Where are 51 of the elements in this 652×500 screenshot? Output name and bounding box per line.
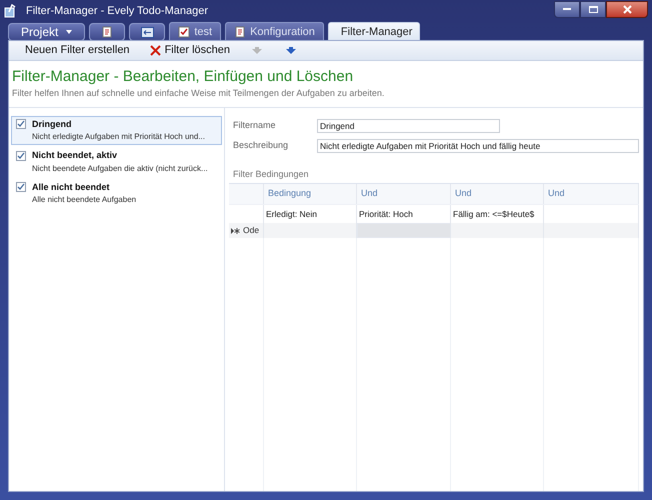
close-button[interactable]	[606, 0, 648, 18]
grid-cell: Fällig am: <=$Heute$	[453, 208, 534, 220]
arrow-icon	[252, 47, 262, 54]
close-icon	[622, 4, 632, 14]
new-filter-button[interactable]: Neuen Filter erstellen	[17, 42, 138, 60]
grid-cell: Erledigt: Nein	[266, 208, 318, 220]
filter-description: Alle nicht beendete Aufgaben	[31, 194, 138, 206]
column-header[interactable]: Bedingung	[268, 187, 312, 201]
filter-name: Alle nicht beendet	[32, 180, 110, 194]
document-tab[interactable]: Konfiguration	[225, 22, 324, 41]
toolbar-icon-button[interactable]	[129, 23, 166, 41]
arrow-icon	[286, 47, 296, 54]
filter-list-icon	[140, 26, 154, 38]
column-header[interactable]: Und	[455, 187, 472, 201]
checkbox[interactable]	[16, 182, 26, 192]
checkbox[interactable]	[16, 119, 26, 130]
caret-icon	[66, 30, 72, 34]
section-heading: Filter Bedingungen	[233, 168, 309, 181]
document-tab[interactable]: test	[169, 22, 222, 41]
filter-name: Nicht beendet, aktiv	[32, 149, 118, 162]
grid-cell: Priorität: Hoch	[359, 208, 413, 220]
column-header[interactable]: Und	[548, 187, 565, 201]
page-title: Filter-Manager - Bearbeiten, Einfügen und Löschen	[12, 67, 354, 87]
x-icon	[150, 45, 161, 56]
active-cell[interactable]	[357, 223, 451, 238]
page-subtitle: Filter helfen Ihnen auf schnelle und einfache Weise mit Teilmengen der Aufgaben zu arbeiten.	[12, 87, 386, 100]
field-label: Beschreibung	[233, 138, 290, 152]
text-field[interactable]: Dringend	[317, 118, 500, 132]
window-title: Filter-Manager - Evely Todo-Manager	[26, 4, 209, 19]
row-header: Ode	[243, 224, 260, 237]
filter-list-item[interactable]: Nicht beendet, aktiv Nicht beendete Aufgaben die aktiv (nicht zurück...	[11, 147, 222, 176]
filter-description: Nicht beendete Aufgaben die aktiv (nicht zurück...	[31, 162, 209, 174]
document-icon	[101, 26, 114, 38]
maximize-button[interactable]	[580, 0, 606, 18]
filter-list-item[interactable]: Dringend Nicht erledigte Aufgaben mit Priorität Hoch und...	[11, 116, 222, 145]
new-row-icon	[231, 228, 240, 234]
document-tab[interactable]: Filter-Manager	[328, 22, 420, 41]
field-label: Filtername	[233, 118, 277, 132]
delete-filter-button[interactable]: Filter löschen	[142, 42, 238, 60]
app-icon	[4, 4, 18, 18]
menu-button[interactable]: Projekt	[8, 23, 86, 41]
text-field[interactable]: Nicht erledigte Aufgaben mit Priorität Hoch und fällig heute	[317, 138, 639, 152]
checklist-icon	[178, 26, 190, 38]
filter-list-item[interactable]: Alle nicht beendet Alle nicht beendete Aufgaben	[11, 178, 222, 208]
filter-description: Nicht erledigte Aufgaben mit Priorität Hoch und...	[31, 131, 206, 143]
checkbox[interactable]	[16, 150, 26, 161]
column-header[interactable]: Und	[361, 187, 378, 201]
toolbar-icon-button[interactable]	[89, 23, 126, 41]
minimize-button[interactable]	[554, 0, 580, 18]
filter-name: Dringend	[32, 118, 72, 131]
document-icon	[234, 26, 246, 38]
